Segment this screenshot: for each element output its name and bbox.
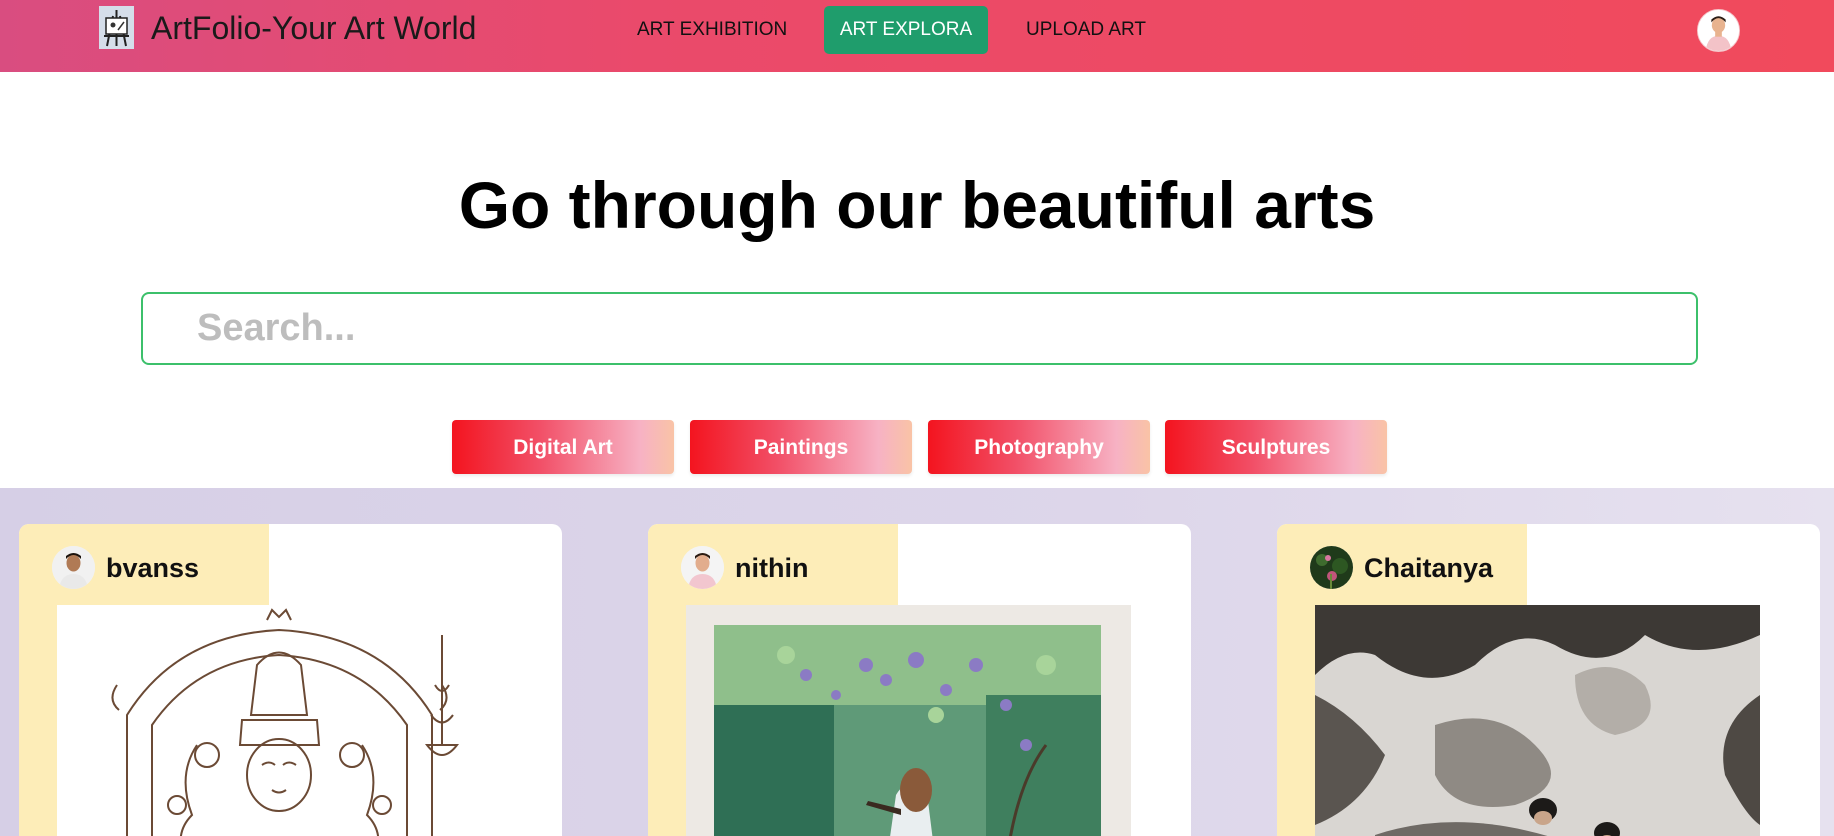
artist-username[interactable]: Chaitanya <box>1364 548 1493 588</box>
page-title: Go through our beautiful arts <box>458 168 1376 242</box>
search-input[interactable] <box>141 292 1698 365</box>
category-paintings-button[interactable]: Paintings <box>690 420 912 474</box>
nav-upload-art[interactable]: UPLOAD ART <box>1026 6 1146 54</box>
artwork-image[interactable] <box>1315 605 1760 836</box>
artist-avatar[interactable] <box>1310 546 1353 589</box>
artist-avatar[interactable] <box>681 546 724 589</box>
user-avatar-icon[interactable] <box>1697 9 1740 52</box>
art-gallery: bvanss nithin Chaitanya <box>0 488 1834 836</box>
artist-username[interactable]: nithin <box>735 548 808 588</box>
artwork-image[interactable] <box>686 605 1131 836</box>
artist-username[interactable]: bvanss <box>106 548 199 588</box>
artist-avatar[interactable] <box>52 546 95 589</box>
brand-title[interactable]: ArtFolio-Your Art World <box>151 8 476 48</box>
art-card[interactable]: bvanss <box>19 524 562 836</box>
artwork-image[interactable] <box>57 605 502 836</box>
art-card[interactable]: Chaitanya <box>1277 524 1820 836</box>
top-navigation-bar: ArtFolio-Your Art World ART EXHIBITION A… <box>0 0 1834 72</box>
easel-logo-icon[interactable] <box>99 6 134 49</box>
category-sculptures-button[interactable]: Sculptures <box>1165 420 1387 474</box>
category-photography-button[interactable]: Photography <box>928 420 1150 474</box>
category-digital-art-button[interactable]: Digital Art <box>452 420 674 474</box>
art-card[interactable]: nithin <box>648 524 1191 836</box>
nav-art-exhibition[interactable]: ART EXHIBITION <box>637 6 787 54</box>
nav-art-explora[interactable]: ART EXPLORA <box>824 6 988 54</box>
